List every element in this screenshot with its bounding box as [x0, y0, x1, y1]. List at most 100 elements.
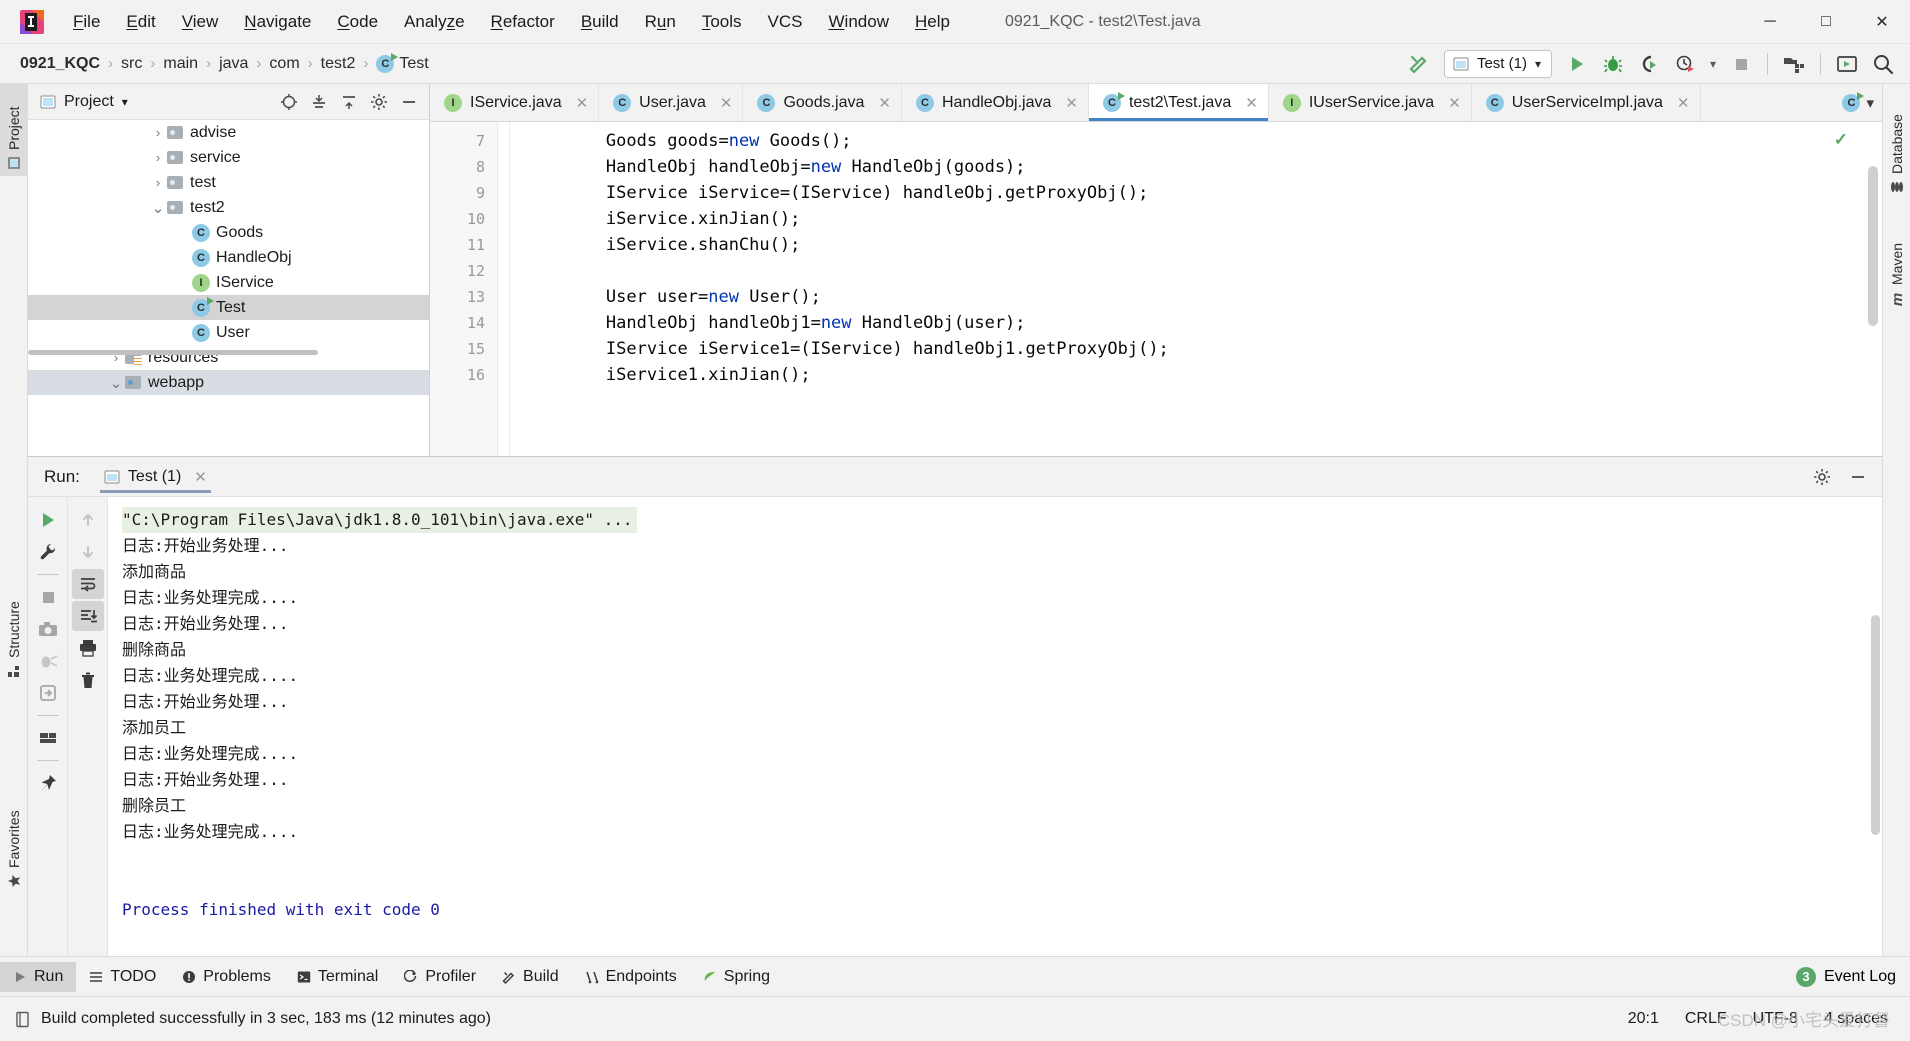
inspection-status-icon[interactable]: ✓ — [1834, 130, 1848, 150]
chevron-right-icon[interactable]: › — [150, 175, 166, 190]
update-folder-icon[interactable] — [1777, 49, 1811, 79]
tab-handleobj-java[interactable]: C HandleObj.java ✕ — [902, 84, 1089, 121]
tab-user-java[interactable]: C User.java ✕ — [599, 84, 744, 121]
chevron-right-icon[interactable]: › — [150, 150, 166, 165]
breadcrumb-item-com[interactable]: com — [263, 53, 305, 75]
code-text[interactable]: Goods goods=new Goods(); HandleObj handl… — [510, 122, 1882, 456]
menu-view[interactable]: View — [169, 9, 232, 35]
pin-icon[interactable] — [32, 768, 64, 798]
close-icon[interactable]: ✕ — [576, 94, 589, 112]
expand-all-button[interactable] — [305, 88, 333, 116]
menu-file[interactable]: File — [60, 9, 113, 35]
sidebar-item-maven[interactable]: m Maven — [1883, 214, 1910, 314]
chevron-down-icon[interactable]: ▾ — [122, 95, 128, 109]
tree-node-handleobj[interactable]: C HandleObj — [28, 245, 429, 270]
bottom-item-run[interactable]: Run — [0, 961, 77, 992]
maximize-button[interactable]: □ — [1798, 0, 1854, 44]
code-folding-gutter[interactable] — [498, 122, 510, 456]
close-icon[interactable]: ✕ — [720, 94, 733, 112]
layout-icon[interactable] — [32, 723, 64, 753]
close-icon[interactable]: ✕ — [1677, 94, 1690, 112]
close-icon[interactable]: ✕ — [1065, 94, 1078, 112]
bottom-item-build[interactable]: Build — [489, 962, 572, 992]
close-icon[interactable]: ✕ — [194, 468, 207, 486]
scroll-from-source-button[interactable] — [275, 88, 303, 116]
run-configuration-selector[interactable]: Test (1) ▾ — [1443, 49, 1552, 78]
camera-icon[interactable] — [32, 614, 64, 644]
profile-button[interactable] — [1668, 49, 1702, 79]
print-icon[interactable] — [72, 633, 104, 663]
breadcrumb-item-main[interactable]: main — [157, 53, 204, 75]
gear-icon[interactable] — [365, 88, 393, 116]
sidebar-item-database[interactable]: Database — [1883, 90, 1910, 200]
minus-icon[interactable] — [395, 88, 423, 116]
indent-setting[interactable]: 4 spaces — [1824, 1010, 1888, 1028]
sidebar-item-structure[interactable]: Structure — [0, 574, 28, 684]
stop-button[interactable] — [1724, 49, 1758, 79]
trash-icon[interactable] — [72, 665, 104, 695]
book-icon[interactable] — [14, 1011, 31, 1028]
project-tree[interactable]: › advise › service › test ⌄ test2 C Good… — [28, 120, 429, 456]
code-editor[interactable]: 7 8 9 10 11 12 13 14 15 16 Goods goods=n… — [430, 122, 1882, 456]
wrench-icon[interactable] — [32, 537, 64, 567]
menu-analyze[interactable]: Analyze — [391, 9, 478, 35]
tree-node-test[interactable]: › test — [28, 170, 429, 195]
tree-node-resources[interactable]: › resources — [28, 345, 429, 370]
hammer-icon[interactable] — [1402, 49, 1436, 79]
sidebar-item-favorites[interactable]: Favorites — [0, 784, 28, 894]
breadcrumb-item-project[interactable]: 0921_KQC — [14, 53, 106, 75]
menu-window[interactable]: Window — [816, 9, 902, 35]
arrow-up-icon[interactable] — [72, 505, 104, 535]
project-pane-title[interactable]: Project ▾ — [34, 93, 134, 111]
tab-goods-java[interactable]: C Goods.java ✕ — [743, 84, 902, 121]
chevron-down-icon[interactable]: ▾ — [1704, 49, 1722, 79]
close-icon[interactable]: ✕ — [1448, 94, 1461, 112]
menu-help[interactable]: Help — [902, 9, 963, 35]
menu-bar[interactable]: File Edit View Navigate Code Analyze Ref… — [60, 9, 963, 35]
screen-icon[interactable] — [1830, 49, 1864, 79]
console-vertical-scrollbar[interactable] — [1871, 615, 1880, 835]
close-button[interactable]: ✕ — [1854, 0, 1910, 44]
editor-tabs[interactable]: I IService.java ✕ C User.java ✕ C Goods.… — [430, 84, 1882, 122]
menu-tools[interactable]: Tools — [689, 9, 755, 35]
bottom-item-terminal[interactable]: Terminal — [284, 962, 391, 992]
tree-node-test2[interactable]: ⌄ test2 — [28, 195, 429, 220]
event-log-label[interactable]: Event Log — [1824, 968, 1896, 986]
tree-node-webapp[interactable]: ⌄ webapp — [28, 370, 429, 395]
collapse-all-button[interactable] — [335, 88, 363, 116]
close-icon[interactable]: ✕ — [1245, 94, 1258, 112]
gear-icon[interactable] — [1806, 462, 1838, 492]
bottom-item-spring[interactable]: Spring — [690, 962, 783, 992]
tab-userserviceimpl-java[interactable]: C UserServiceImpl.java ✕ — [1472, 84, 1701, 121]
bottom-item-endpoints[interactable]: Endpoints — [572, 962, 690, 992]
line-separator[interactable]: CRLF — [1685, 1010, 1727, 1028]
console-output[interactable]: "C:\Program Files\Java\jdk1.8.0_101\bin\… — [108, 497, 1882, 956]
tab-test-java[interactable]: C test2\Test.java ✕ — [1088, 84, 1269, 121]
search-icon[interactable] — [1866, 49, 1900, 79]
tree-node-service[interactable]: › service — [28, 145, 429, 170]
bottom-item-profiler[interactable]: Profiler — [391, 962, 489, 992]
exit-icon[interactable] — [32, 678, 64, 708]
project-tree-horizontal-scrollbar[interactable] — [28, 350, 318, 355]
chevron-down-icon[interactable]: ⌄ — [150, 199, 166, 217]
breadcrumb-item-test[interactable]: C Test — [370, 52, 434, 75]
run-button[interactable] — [1560, 49, 1594, 79]
breadcrumb-item-src[interactable]: src — [115, 53, 148, 75]
soft-wrap-icon[interactable] — [71, 569, 104, 599]
menu-run[interactable]: Run — [632, 9, 689, 35]
menu-edit[interactable]: Edit — [113, 9, 168, 35]
chevron-down-icon[interactable]: ▾ — [1866, 94, 1874, 112]
breadcrumb-item-java[interactable]: java — [213, 53, 254, 75]
stop-button[interactable] — [32, 582, 64, 612]
menu-refactor[interactable]: Refactor — [478, 9, 568, 35]
breadcrumb-item-test2[interactable]: test2 — [315, 53, 362, 75]
tree-node-iservice[interactable]: I IService — [28, 270, 429, 295]
menu-build[interactable]: Build — [568, 9, 632, 35]
chevron-down-icon[interactable]: ⌄ — [108, 374, 124, 392]
scroll-to-end-icon[interactable] — [71, 601, 104, 631]
debug-button[interactable] — [1596, 49, 1630, 79]
tab-iuserservice-java[interactable]: I IUserService.java ✕ — [1269, 84, 1472, 121]
minus-icon[interactable] — [1842, 462, 1874, 492]
tree-node-user[interactable]: C User — [28, 320, 429, 345]
chevron-down-icon[interactable]: ▾ — [1535, 57, 1541, 71]
